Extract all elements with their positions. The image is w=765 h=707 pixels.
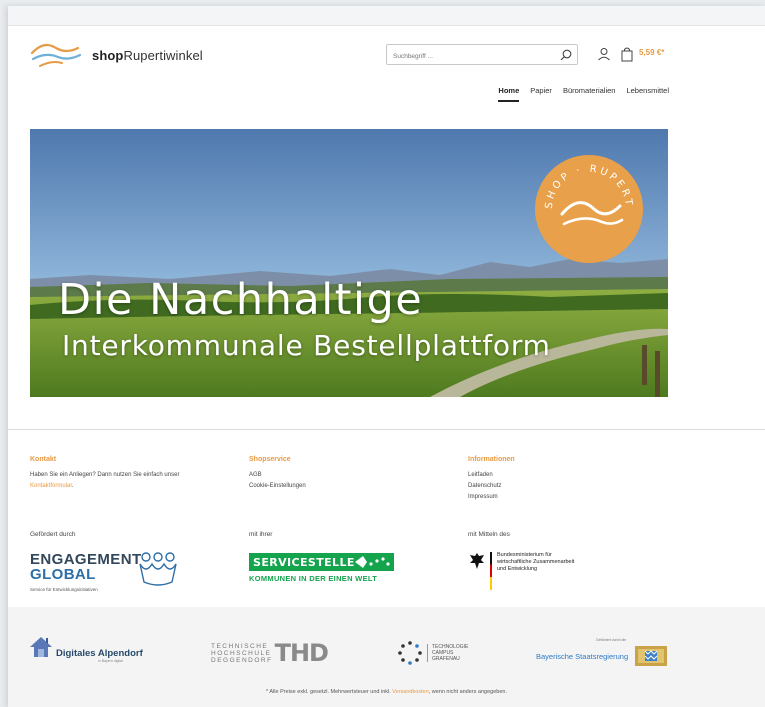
shipping-costs-link[interactable]: Versandkosten (392, 689, 428, 695)
thd-line: DEGGENDORF (211, 656, 273, 664)
nav-bueromaterialien[interactable]: Büromaterialien (563, 86, 616, 102)
bmz-line: und Entwicklung (497, 566, 538, 572)
hero-subtitle: Interkommunale Bestellplattform (62, 329, 551, 362)
bayern-name: Bayerische Staatsregierung (536, 652, 629, 661)
contact-text: Haben Sie ein Anliegen? Dann nutzen Sie … (30, 472, 180, 478)
campus-line: GRAFENAU (432, 656, 460, 662)
servicestelle-name: SERVICESTELLE (253, 556, 355, 569)
thd-line: HOCHSCHULE (211, 649, 272, 657)
bmz-logo[interactable]: Bundesministerium für wirtschaftliche Zu… (468, 552, 574, 590)
hero-banner: SHOP · RUPERTIWINKEL Die Nachhaltige Int… (30, 129, 668, 397)
footer-link-datenschutz[interactable]: Datenschutz (468, 483, 501, 489)
servicestelle-dots-icon (355, 556, 390, 568)
footer-informationen: Informationen Leitfaden Datenschutz Impr… (468, 454, 618, 503)
technologie-campus-logo[interactable]: TECHNOLOGIE CAMPUS GRAFENAU (397, 640, 468, 666)
contact-link-suffix: . (72, 483, 74, 489)
nav-lebensmittel[interactable]: Lebensmittel (626, 86, 669, 102)
thd-logo[interactable]: TECHNISCHE HOCHSCHULE DEGGENDORF THD (211, 639, 329, 667)
sponsor-label-2: mit ihrer (249, 531, 273, 538)
bmz-line: Bundesministerium für (497, 552, 552, 558)
nav-papier[interactable]: Papier (530, 86, 552, 102)
engagement-small: Service für Entwicklungsinitiativen (30, 587, 98, 592)
footer-shopservice-heading: Shopservice (249, 456, 291, 463)
sponsor-label-1: Gefördert durch (30, 531, 76, 538)
alpendorf-name: Digitales Alpendorf (56, 648, 143, 659)
federal-eagle-icon (470, 553, 484, 569)
contact-form-link[interactable]: Kontaktformular (30, 483, 72, 489)
account-icon[interactable] (597, 47, 611, 61)
bmz-line: wirtschaftliche Zusammenarbeit (497, 559, 575, 565)
servicestelle-subtitle: KOMMUNEN IN DER EINEN WELT (249, 574, 378, 583)
footer-contact-heading: Kontakt (30, 456, 57, 463)
logo-text: shopRupertiwinkel (92, 48, 203, 63)
servicestelle-bar: SERVICESTELLE (249, 553, 394, 571)
top-strip (8, 6, 765, 26)
logo-waves-icon (30, 43, 82, 67)
thd-line: TECHNISCHE (211, 642, 269, 650)
bmz-text: Bundesministerium für wirtschaftliche Zu… (497, 552, 574, 590)
german-flag-bar (490, 552, 492, 590)
campus-dots-icon (398, 641, 422, 665)
main-navigation: Home Papier Büromaterialien Lebensmittel (487, 86, 669, 102)
footer-link-agb[interactable]: AGB (249, 472, 262, 478)
shop-rupertiwinkel-badge: SHOP · RUPERTIWINKEL (534, 154, 643, 263)
cart-total[interactable]: 5,59 €* (639, 48, 664, 57)
footer-contact: Kontakt Haben Sie ein Anliegen? Dann nut… (30, 454, 220, 492)
logo-text-rest: Rupertiwinkel (123, 47, 203, 63)
sponsor-label-3: mit Mitteln des (468, 531, 510, 538)
engagement-line2: GLOBAL (30, 566, 96, 583)
hero-title: Die Nachhaltige (58, 275, 424, 325)
footer-link-cookie-settings[interactable]: Cookie-Einstellungen (249, 483, 306, 489)
search-box (386, 44, 578, 66)
alpendorf-house-icon (30, 637, 52, 657)
search-input[interactable] (387, 47, 547, 66)
footer-contact-text: Haben Sie ein Anliegen? Dann nutzen Sie … (30, 470, 220, 492)
cart-icon[interactable] (620, 46, 634, 62)
servicestelle-logo[interactable]: SERVICESTELLE KOMMUNEN IN DER EINEN WELT (249, 553, 394, 583)
footer-shopservice: Shopservice AGB Cookie-Einstellungen (249, 454, 399, 492)
engagement-global-logo[interactable]: ENGAGEMENT GLOBAL Service für Entwicklun… (30, 551, 177, 592)
search-icon[interactable] (559, 48, 573, 62)
thd-text: TECHNISCHE HOCHSCHULE DEGGENDORF (211, 643, 273, 664)
browser-page: shopRupertiwinkel 5,59 €* Home Papier Bü… (8, 6, 765, 707)
footnote-prefix: * Alle Preise exkl. gesetzl. Mehrwertste… (266, 689, 393, 695)
footer-link-impressum[interactable]: Impressum (468, 494, 498, 500)
shop-logo[interactable]: shopRupertiwinkel (30, 40, 203, 70)
footer-info-heading: Informationen (468, 456, 515, 463)
footer-link-leitfaden[interactable]: Leitfaden (468, 472, 493, 478)
engagement-line1: ENGAGEMENT (30, 551, 142, 568)
bayern-small: Gefördert durch die (596, 638, 627, 642)
logo-text-bold: shop (92, 47, 124, 63)
thd-mark: THD (274, 639, 329, 667)
nav-home[interactable]: Home (498, 86, 520, 102)
campus-text: TECHNOLOGIE CAMPUS GRAFENAU (427, 644, 468, 662)
digitales-alpendorf-logo[interactable]: Digitales Alpendorf in Bayern digital (28, 635, 143, 663)
footnote-suffix: , wenn nicht anders angegeben. (428, 689, 507, 695)
engagement-people-icon (139, 552, 177, 586)
price-footnote: * Alle Preise exkl. gesetzl. Mehrwertste… (8, 689, 765, 695)
bavarian-crest-icon (635, 646, 667, 666)
footer-divider (8, 429, 765, 430)
alpendorf-small: in Bayern digital (98, 659, 123, 663)
